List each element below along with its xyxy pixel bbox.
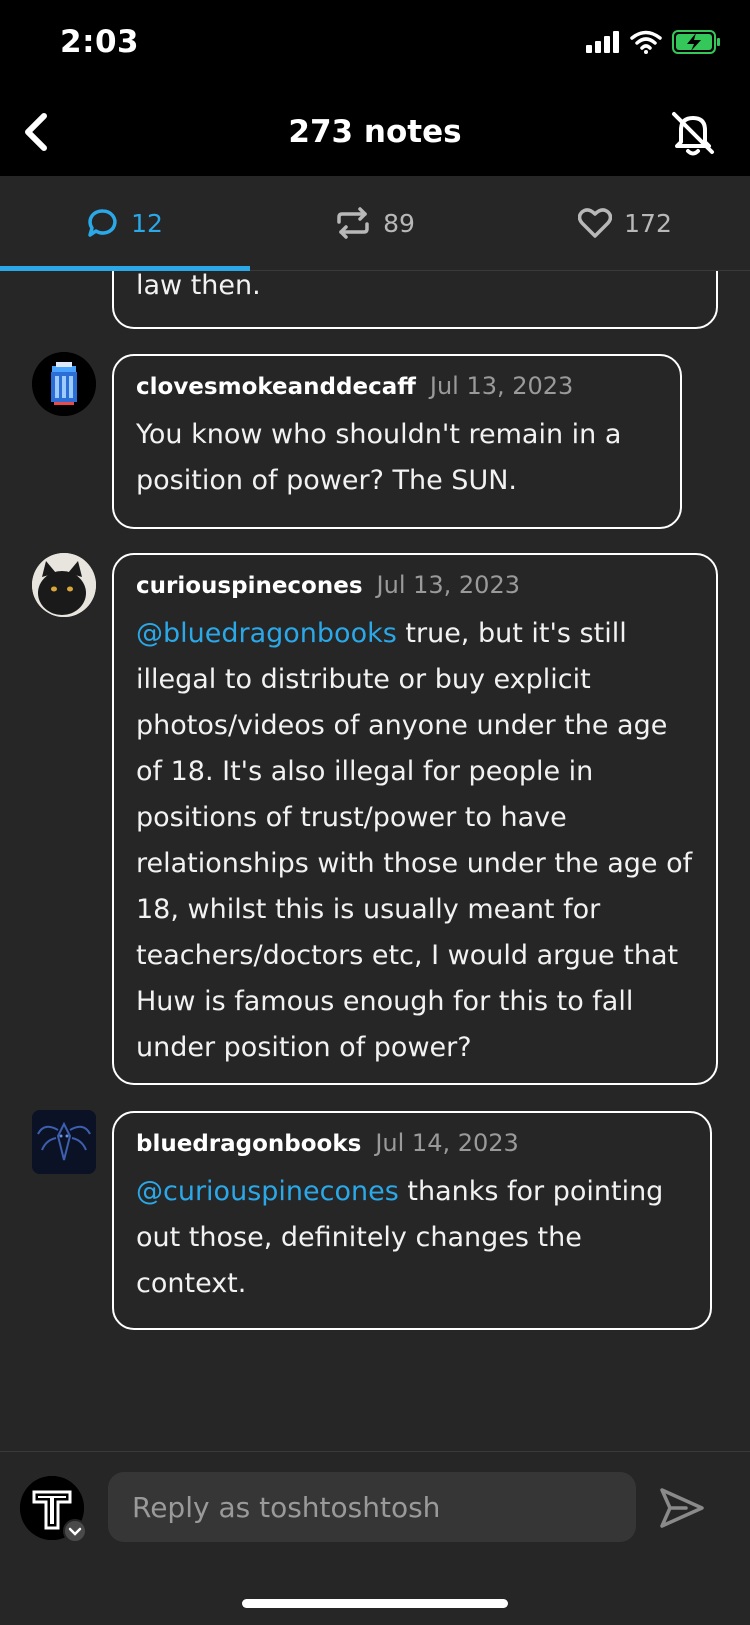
comment-date: Jul 13, 2023	[376, 571, 520, 599]
tab-likes[interactable]: 172	[500, 176, 750, 270]
comment-bubble: curiouspinecones Jul 13, 2023 @bluedrago…	[112, 553, 718, 1085]
comments-list[interactable]: law then. clovesmokeanddecaff Jul 13, 20…	[0, 271, 750, 1451]
comment-body: @curiouspinecones thanks for pointing ou…	[136, 1169, 688, 1307]
comment-body: law then.	[136, 271, 261, 301]
user-avatar	[20, 1476, 87, 1543]
reply-input[interactable]	[108, 1472, 636, 1542]
avatar[interactable]	[32, 553, 96, 617]
send-icon	[660, 1488, 704, 1528]
comment-body: @bluedragonbooks true, but it's still il…	[136, 611, 694, 1071]
trash-can-avatar-image	[32, 352, 96, 416]
heart-icon	[578, 208, 613, 238]
status-bar: 2:03	[0, 0, 750, 88]
navigation-bar: 273 notes	[0, 88, 750, 176]
comment-body: You know who shouldn't remain in a posit…	[136, 419, 622, 496]
account-switcher-button[interactable]	[20, 1476, 87, 1543]
status-time: 2:03	[60, 24, 140, 60]
status-icons	[586, 30, 722, 54]
avatar[interactable]	[32, 1110, 96, 1174]
comment-text: true, but it's still illegal to distribu…	[136, 618, 693, 1063]
comment-username[interactable]: clovesmokeanddecaff	[136, 374, 416, 400]
comment-bubble: clovesmokeanddecaff Jul 13, 2023 You kno…	[112, 354, 682, 529]
tab-comments-count: 12	[131, 208, 163, 238]
home-indicator	[242, 1599, 508, 1608]
mention-link[interactable]: @bluedragonbooks	[136, 618, 397, 649]
tab-likes-count: 172	[624, 208, 672, 238]
notifications-off-button[interactable]	[666, 106, 720, 160]
battery-charging-icon	[672, 30, 720, 54]
tab-reblogs-count: 89	[383, 208, 415, 238]
send-button[interactable]	[656, 1482, 708, 1534]
comment-username[interactable]: curiouspinecones	[136, 573, 363, 599]
mention-link[interactable]: @curiouspinecones	[136, 1176, 399, 1207]
dragon-avatar-image	[32, 1110, 96, 1174]
bell-off-icon	[672, 112, 714, 156]
comment-icon	[88, 209, 117, 237]
comment-username[interactable]: bluedragonbooks	[136, 1131, 361, 1157]
avatar[interactable]	[32, 352, 96, 416]
tab-comments[interactable]: 12	[0, 176, 250, 271]
comment-bubble: law then.	[112, 271, 718, 329]
wifi-icon	[630, 30, 662, 54]
comment-bubble: bluedragonbooks Jul 14, 2023 @curiouspin…	[112, 1111, 712, 1330]
cellular-signal-icon	[586, 31, 619, 53]
comment-date: Jul 13, 2023	[429, 372, 574, 400]
cat-avatar-image	[32, 553, 96, 617]
tab-reblogs[interactable]: 89	[250, 176, 500, 270]
page-title: 273 notes	[288, 114, 462, 150]
notes-tabs: 12 89 172	[0, 176, 750, 271]
reblog-icon	[337, 207, 369, 239]
comment-date: Jul 14, 2023	[375, 1129, 519, 1157]
